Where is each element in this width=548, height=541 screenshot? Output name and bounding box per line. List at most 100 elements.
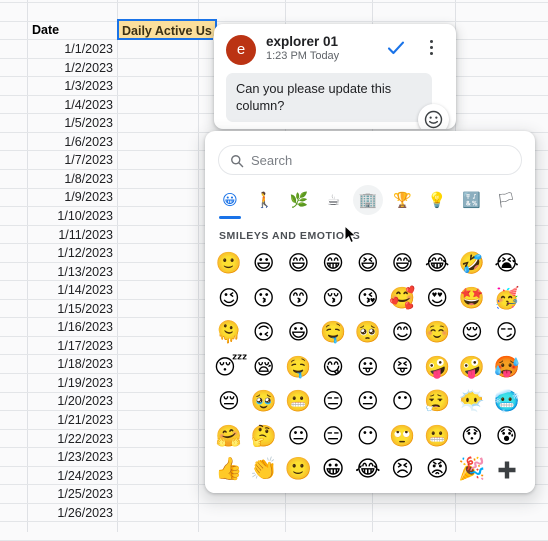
date-cell[interactable]: 1/3/2023 (27, 77, 113, 95)
date-cell[interactable]: 1/19/2023 (27, 374, 113, 392)
quick-reaction-button[interactable]: 😂 (352, 454, 384, 486)
emoji-button[interactable]: 🙂 (214, 248, 244, 278)
column-header-date[interactable]: Date (32, 21, 59, 39)
date-cell[interactable]: 1/15/2023 (27, 300, 113, 318)
quick-reaction-button[interactable]: 😀 (317, 454, 349, 486)
emoji-button[interactable]: 😔 (214, 386, 244, 416)
emoji-button[interactable]: 🥵 (492, 352, 522, 382)
date-cell[interactable]: 1/14/2023 (27, 281, 113, 299)
date-cell[interactable]: 1/8/2023 (27, 170, 113, 188)
date-cell[interactable]: 1/17/2023 (27, 337, 113, 355)
emoji-button[interactable]: 😊 (388, 317, 418, 347)
emoji-button[interactable]: 🫠 (214, 317, 244, 347)
date-cell[interactable]: 1/13/2023 (27, 263, 113, 281)
emoji-category-activities[interactable]: 🏆 (388, 185, 418, 215)
emoji-button[interactable]: 😚 (318, 283, 348, 313)
emoji-button[interactable]: 🙃 (249, 317, 279, 347)
date-cell[interactable]: 1/12/2023 (27, 244, 113, 262)
emoji-grid[interactable]: 🙂 😃 😄 😁 😆 😅 😂 🤣 😭 😉 😗 😙 😚 😘 🥰 😍 🤩 🥳 🫠 🙃 😃 🤤 🥺 😊 ☺️ 😌 😏 😴 😪 🤤 😋 😛 😝 🤪 🤪 🥵 😔 🥹 😬… (214, 248, 526, 466)
emoji-button[interactable]: 🥺 (353, 317, 383, 347)
date-cell[interactable]: 1/1/2023 (27, 40, 113, 58)
emoji-category-people[interactable]: 🚶 (250, 185, 280, 215)
emoji-button[interactable]: 😘 (353, 283, 383, 313)
emoji-button[interactable]: 😬 (283, 386, 313, 416)
date-cell[interactable]: 1/26/2023 (27, 504, 113, 522)
emoji-button[interactable]: 😛 (353, 352, 383, 382)
date-cell[interactable]: 1/6/2023 (27, 133, 113, 151)
date-cell[interactable]: 1/25/2023 (27, 485, 113, 503)
emoji-category-animals-nature[interactable]: 🌿 (284, 185, 314, 215)
emoji-button[interactable]: 😶 (388, 386, 418, 416)
overflow-menu-icon[interactable] (422, 37, 442, 59)
quick-reaction-button[interactable]: 😡 (421, 454, 453, 486)
date-cell[interactable]: 1/2/2023 (27, 59, 113, 77)
date-cell[interactable]: 1/11/2023 (27, 226, 113, 244)
emoji-button[interactable]: 🤪 (422, 352, 452, 382)
comment-card[interactable]: e explorer 01 1:23 PM Today Can you plea… (214, 24, 456, 129)
emoji-button[interactable]: 😭 (492, 248, 522, 278)
emoji-button[interactable]: 😏 (492, 317, 522, 347)
emoji-button[interactable]: 🤤 (318, 317, 348, 347)
search-input[interactable]: Search (218, 145, 522, 175)
date-cell[interactable]: 1/4/2023 (27, 96, 113, 114)
emoji-button[interactable]: 😃 (249, 248, 279, 278)
emoji-button[interactable]: 😋 (318, 352, 348, 382)
date-cell[interactable]: 1/18/2023 (27, 355, 113, 373)
emoji-button[interactable]: 😮‍💨 (422, 386, 452, 416)
emoji-button[interactable]: 😁 (318, 248, 348, 278)
date-cell[interactable]: 1/5/2023 (27, 114, 113, 132)
emoji-button[interactable]: 😗 (249, 283, 279, 313)
emoji-button[interactable]: 😃 (283, 317, 313, 347)
selected-cell[interactable]: Daily Active Us (117, 19, 217, 40)
emoji-category-smileys[interactable]: 😀 (215, 185, 245, 215)
emoji-button[interactable]: 🤪 (457, 352, 487, 382)
emoji-category-symbols[interactable]: 🔣 (457, 185, 487, 215)
emoji-button[interactable]: 🥹 (249, 386, 279, 416)
emoji-button[interactable]: 🤩 (457, 283, 487, 313)
emoji-button[interactable]: ☺️ (422, 317, 452, 347)
plus-icon[interactable] (492, 455, 522, 485)
emoji-picker[interactable]: Search 😀 🚶 🌿 ☕ 🏢 🏆 💡 🔣 🏳 SMILEYS AND EMOTIONS 🙂 😃… (205, 131, 535, 493)
emoji-category-tabs[interactable]: 😀 🚶 🌿 ☕ 🏢 🏆 💡 🔣 🏳 (215, 185, 525, 219)
emoji-button[interactable]: 😪 (249, 352, 279, 382)
emoji-button[interactable]: 🥰 (388, 283, 418, 313)
date-cell[interactable]: 1/9/2023 (27, 188, 113, 206)
emoji-category-food-drink[interactable]: ☕ (319, 185, 349, 215)
date-cell[interactable]: 1/21/2023 (27, 411, 113, 429)
emoji-button[interactable]: 😆 (353, 248, 383, 278)
emoji-smile-icon[interactable] (418, 104, 449, 129)
emoji-button[interactable]: 😍 (422, 283, 452, 313)
emoji-button[interactable]: 😂 (422, 248, 452, 278)
emoji-category-travel-places[interactable]: 🏢 (353, 185, 383, 215)
date-cell[interactable]: 1/16/2023 (27, 318, 113, 336)
checkmark-icon[interactable] (386, 38, 406, 58)
emoji-button[interactable]: 😌 (457, 317, 487, 347)
emoji-button[interactable]: 😑 (318, 386, 348, 416)
emoji-button[interactable]: 😝 (388, 352, 418, 382)
quick-reaction-button[interactable]: 👏 (248, 454, 280, 486)
quick-reaction-button[interactable]: 😣 (387, 454, 419, 486)
emoji-button[interactable]: 🤤 (283, 352, 313, 382)
date-cell[interactable]: 1/7/2023 (27, 151, 113, 169)
emoji-button[interactable]: 😐 (353, 386, 383, 416)
date-cell[interactable]: 1/24/2023 (27, 467, 113, 485)
emoji-button[interactable]: 😉 (214, 283, 244, 313)
emoji-button[interactable]: 🥳 (492, 283, 522, 313)
emoji-button[interactable]: 😶‍🌫️ (457, 386, 487, 416)
emoji-category-flags[interactable]: 🏳 (491, 185, 521, 215)
date-cell[interactable]: 1/10/2023 (27, 207, 113, 225)
emoji-button[interactable]: 🥶 (492, 386, 522, 416)
emoji-button[interactable]: 😙 (283, 283, 313, 313)
date-cell[interactable]: 1/20/2023 (27, 392, 113, 410)
emoji-category-objects[interactable]: 💡 (422, 185, 452, 215)
date-cell[interactable]: 1/22/2023 (27, 430, 113, 448)
quick-reaction-bar[interactable]: 👍 👏 🙂 😀 😂 😣 😡 🎉 (205, 447, 535, 493)
emoji-button[interactable]: 😅 (388, 248, 418, 278)
quick-reaction-button[interactable]: 🎉 (456, 454, 488, 486)
date-cell[interactable]: 1/23/2023 (27, 448, 113, 466)
emoji-button[interactable]: 😄 (283, 248, 313, 278)
emoji-button[interactable]: 😴 (214, 352, 248, 382)
emoji-button[interactable]: 🤣 (457, 248, 487, 278)
quick-reaction-button[interactable]: 🙂 (282, 454, 314, 486)
quick-reaction-button[interactable]: 👍 (213, 454, 245, 486)
